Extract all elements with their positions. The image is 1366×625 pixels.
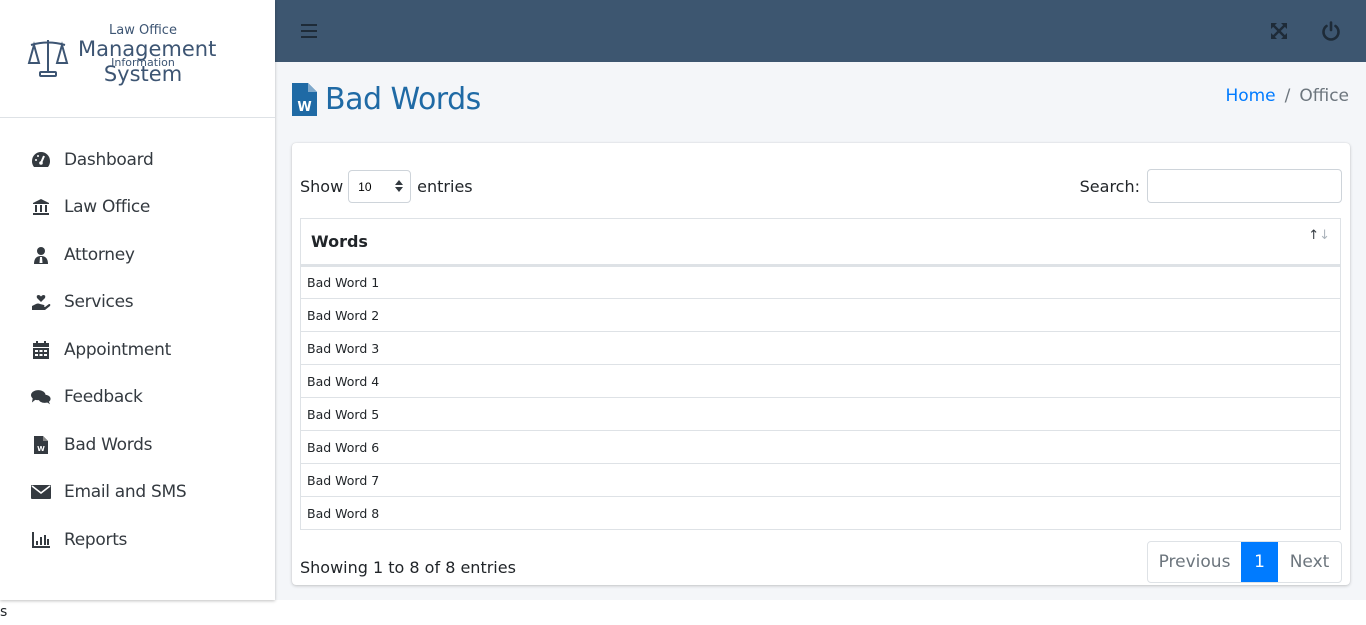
- table-row: Bad Word 1: [300, 265, 1341, 299]
- breadcrumb-current: Office: [1299, 86, 1349, 106]
- table-cell: Bad Word 5: [300, 397, 1341, 431]
- pagination: Previous 1 Next: [1147, 541, 1342, 583]
- sidebar: Law Office Management Information System…: [0, 0, 275, 600]
- svg-text:W: W: [37, 445, 45, 453]
- sidebar-item-label: Dashboard: [64, 149, 154, 170]
- sidebar-nav: Dashboard Law Office Attorney Services A…: [0, 118, 275, 564]
- top-navbar: [275, 0, 1366, 62]
- table-row: Bad Word 8: [300, 496, 1341, 530]
- search-control: Search:: [1080, 169, 1342, 203]
- sidebar-item-label: Email and SMS: [64, 482, 187, 503]
- breadcrumb-separator: /: [1284, 86, 1291, 106]
- page-length-control: Show 10 entries: [300, 170, 473, 203]
- bad-words-card: Show 10 entries Search: Words ↑↓ Bad Wor…: [292, 143, 1350, 585]
- page-length-select[interactable]: 10: [348, 170, 412, 203]
- table-cell: Bad Word 7: [300, 463, 1341, 497]
- chart-bar-icon: [31, 530, 51, 550]
- calendar-icon: [31, 340, 51, 360]
- sidebar-item-label: Law Office: [64, 197, 151, 218]
- breadcrumb: Home / Office: [1225, 86, 1349, 106]
- table-cell: Bad Word 2: [300, 298, 1341, 332]
- table-info: Showing 1 to 8 of 8 entries: [300, 558, 516, 577]
- table-row: Bad Word 3: [300, 331, 1341, 365]
- sidebar-item-reports[interactable]: Reports: [0, 516, 275, 564]
- sidebar-item-law-office[interactable]: Law Office: [0, 184, 275, 232]
- envelope-icon: [31, 482, 51, 502]
- sidebar-item-dashboard[interactable]: Dashboard: [0, 136, 275, 184]
- scales-icon: [27, 40, 69, 77]
- previous-page-button[interactable]: Previous: [1148, 542, 1241, 582]
- sort-icon: ↑↓: [1308, 228, 1330, 243]
- table-header-row: Words ↑↓: [300, 218, 1341, 267]
- logo-line-4: System: [103, 62, 183, 86]
- sidebar-item-label: Bad Words: [64, 434, 153, 455]
- file-word-icon: W: [292, 83, 317, 116]
- table-cell: Bad Word 6: [300, 430, 1341, 464]
- search-label: Search:: [1079, 176, 1140, 196]
- hamburger-icon[interactable]: [301, 24, 317, 38]
- sidebar-item-appointment[interactable]: Appointment: [0, 326, 275, 374]
- search-input[interactable]: [1147, 169, 1342, 203]
- table-cell: Bad Word 1: [300, 265, 1341, 299]
- page-title-text: Bad Words: [325, 82, 481, 117]
- page-title: W Bad Words: [292, 82, 481, 117]
- table-row: Bad Word 2: [300, 298, 1341, 332]
- entries-label: entries: [417, 177, 473, 196]
- user-tie-icon: [31, 245, 51, 265]
- table-row: Bad Word 6: [300, 430, 1341, 464]
- sidebar-item-label: Feedback: [64, 387, 143, 408]
- column-header-words[interactable]: Words ↑↓: [300, 218, 1341, 267]
- sidebar-item-label: Appointment: [64, 339, 171, 360]
- page-1-button[interactable]: 1: [1241, 542, 1278, 582]
- logo-line-1: Law Office: [109, 23, 177, 38]
- hand-holding-heart-icon: [31, 292, 51, 312]
- bad-words-table: Words ↑↓ Bad Word 1 Bad Word 2 Bad Word …: [300, 218, 1341, 530]
- tachometer-icon: [31, 150, 51, 170]
- sidebar-item-attorney[interactable]: Attorney: [0, 231, 275, 279]
- table-cell: Bad Word 8: [300, 496, 1341, 530]
- sidebar-item-label: Services: [64, 292, 134, 313]
- table-row: Bad Word 5: [300, 397, 1341, 431]
- sidebar-item-feedback[interactable]: Feedback: [0, 374, 275, 422]
- power-icon[interactable]: [1320, 20, 1342, 42]
- show-label: Show: [300, 177, 344, 196]
- table-cell: Bad Word 4: [300, 364, 1341, 398]
- stray-text: s: [0, 604, 8, 620]
- sidebar-item-email-sms[interactable]: Email and SMS: [0, 469, 275, 517]
- comments-icon: [31, 387, 51, 407]
- table-row: Bad Word 7: [300, 463, 1341, 497]
- expand-arrows-icon[interactable]: [1268, 20, 1290, 42]
- next-page-button[interactable]: Next: [1278, 542, 1341, 582]
- sidebar-item-bad-words[interactable]: W Bad Words: [0, 421, 275, 469]
- file-word-icon: W: [31, 435, 51, 455]
- logo[interactable]: Law Office Management Information System: [0, 0, 275, 118]
- sidebar-item-label: Attorney: [64, 244, 135, 265]
- logo-text: Law Office Management Information System: [78, 23, 216, 86]
- sidebar-item-services[interactable]: Services: [0, 279, 275, 327]
- content-area: W Bad Words Home / Office Show 10 entrie…: [275, 62, 1366, 600]
- table-row: Bad Word 4: [300, 364, 1341, 398]
- table-cell: Bad Word 3: [300, 331, 1341, 365]
- svg-text:W: W: [297, 100, 311, 115]
- landmark-icon: [31, 197, 51, 217]
- sidebar-item-label: Reports: [64, 529, 128, 550]
- breadcrumb-home[interactable]: Home: [1225, 86, 1275, 106]
